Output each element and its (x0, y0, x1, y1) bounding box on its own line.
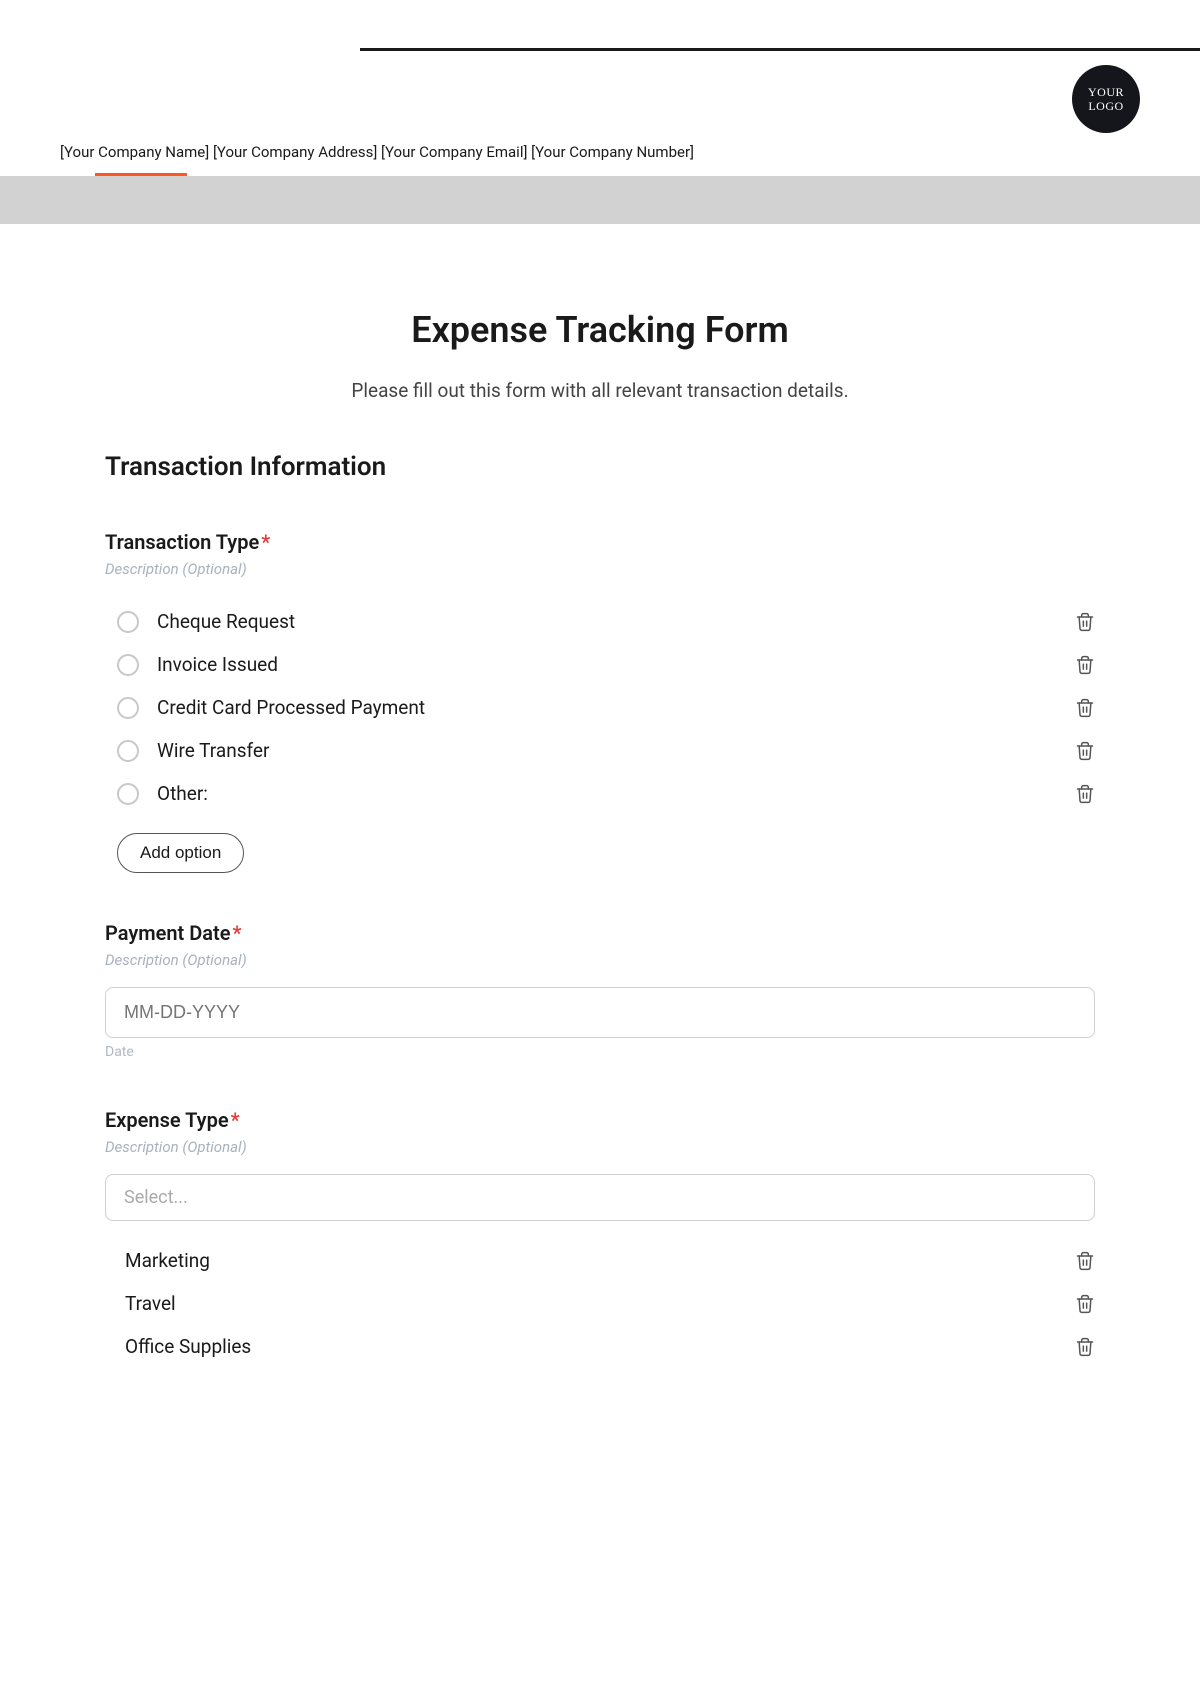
expense-type-options: Marketing Travel Office Supplies (105, 1239, 1095, 1368)
payment-date-label: Payment Date* (105, 921, 1095, 945)
dropdown-option: Office Supplies (105, 1325, 1095, 1368)
trash-icon[interactable] (1075, 1293, 1095, 1315)
radio-option-left: Credit Card Processed Payment (117, 696, 425, 719)
radio-icon[interactable] (117, 611, 139, 633)
logo-text-line2: LOGO (1088, 99, 1123, 113)
radio-option: Cheque Request (105, 600, 1095, 643)
trash-icon[interactable] (1075, 611, 1095, 633)
radio-option: Invoice Issued (105, 643, 1095, 686)
top-divider (360, 48, 1200, 51)
dropdown-option-label: Marketing (125, 1249, 210, 1272)
form-subtitle: Please fill out this form with all relev… (0, 379, 1200, 402)
required-star: * (233, 921, 242, 945)
logo-row: YOUR LOGO (0, 65, 1200, 133)
radio-icon[interactable] (117, 654, 139, 676)
payment-date-description[interactable]: Description (Optional) (105, 951, 1095, 969)
logo-text-line1: YOUR (1088, 85, 1124, 99)
dropdown-option: Travel (105, 1282, 1095, 1325)
radio-icon[interactable] (117, 783, 139, 805)
required-star: * (231, 1108, 240, 1132)
trash-icon[interactable] (1075, 783, 1095, 805)
dropdown-option-label: Office Supplies (125, 1335, 251, 1358)
payment-date-sublabel: Date (105, 1044, 1095, 1060)
radio-option-label: Other: (157, 782, 208, 805)
radio-option: Wire Transfer (105, 729, 1095, 772)
radio-option-label: Wire Transfer (157, 739, 269, 762)
transaction-type-description[interactable]: Description (Optional) (105, 560, 1095, 578)
radio-option-label: Credit Card Processed Payment (157, 696, 425, 719)
radio-option-left: Invoice Issued (117, 653, 278, 676)
radio-option-left: Other: (117, 782, 208, 805)
trash-icon[interactable] (1075, 697, 1095, 719)
expense-type-field: Expense Type* Description (Optional) Sel… (105, 1108, 1095, 1368)
form-title: Expense Tracking Form (0, 309, 1200, 351)
expense-type-description[interactable]: Description (Optional) (105, 1138, 1095, 1156)
transaction-type-label: Transaction Type* (105, 530, 1095, 554)
company-info: [Your Company Name] [Your Company Addres… (0, 133, 1200, 161)
radio-option-label: Cheque Request (157, 610, 295, 633)
gray-band (0, 176, 1200, 224)
payment-date-input[interactable] (105, 987, 1095, 1038)
trash-icon[interactable] (1075, 1250, 1095, 1272)
form-content: Transaction Information Transaction Type… (0, 452, 1200, 1368)
dropdown-option-label: Travel (125, 1292, 176, 1315)
required-star: * (261, 530, 270, 554)
trash-icon[interactable] (1075, 654, 1095, 676)
dropdown-option: Marketing (105, 1239, 1095, 1282)
radio-icon[interactable] (117, 697, 139, 719)
radio-option-left: Wire Transfer (117, 739, 269, 762)
expense-type-select[interactable]: Select... (105, 1174, 1095, 1221)
transaction-type-label-text: Transaction Type (105, 530, 259, 554)
expense-type-select-placeholder: Select... (124, 1187, 188, 1208)
radio-option-left: Cheque Request (117, 610, 295, 633)
radio-option-label: Invoice Issued (157, 653, 278, 676)
radio-option: Credit Card Processed Payment (105, 686, 1095, 729)
add-option-button[interactable]: Add option (117, 833, 244, 873)
expense-type-label: Expense Type* (105, 1108, 1095, 1132)
transaction-type-options: Cheque Request Invoice Issued Credit Car… (105, 600, 1095, 815)
radio-icon[interactable] (117, 740, 139, 762)
trash-icon[interactable] (1075, 740, 1095, 762)
radio-option: Other: (105, 772, 1095, 815)
payment-date-label-text: Payment Date (105, 921, 231, 945)
section-title: Transaction Information (105, 452, 1095, 482)
transaction-type-field: Transaction Type* Description (Optional)… (105, 530, 1095, 873)
trash-icon[interactable] (1075, 1336, 1095, 1358)
expense-type-label-text: Expense Type (105, 1108, 229, 1132)
company-logo: YOUR LOGO (1072, 65, 1140, 133)
payment-date-field: Payment Date* Description (Optional) Dat… (105, 921, 1095, 1060)
